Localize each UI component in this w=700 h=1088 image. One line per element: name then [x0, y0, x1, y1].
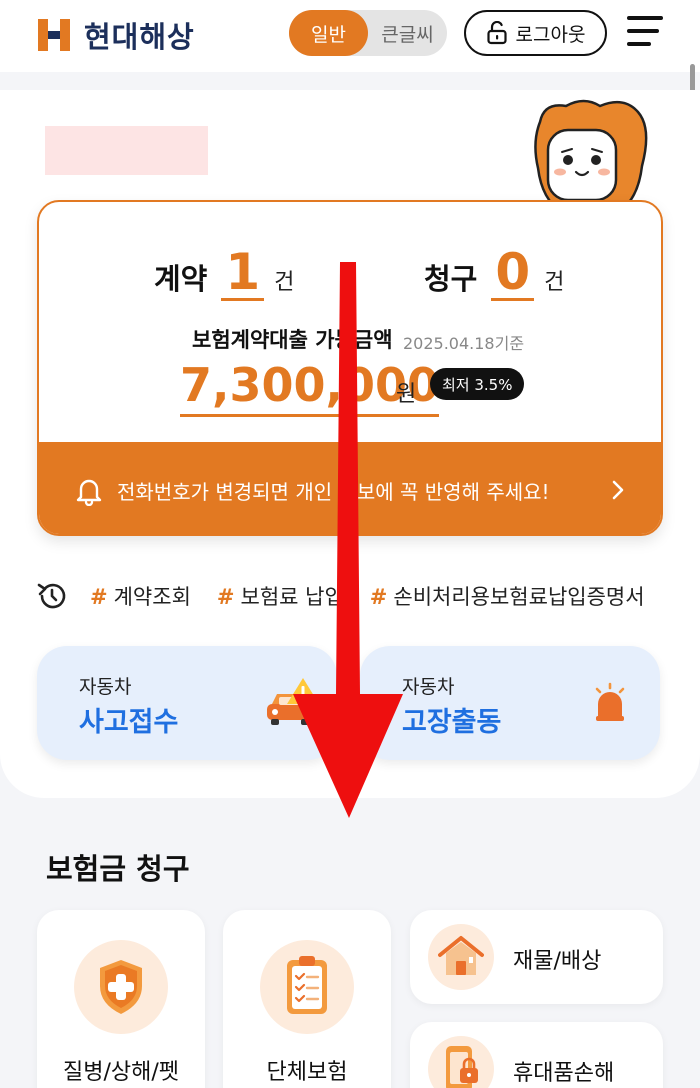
quick-menu-tags: # 계약조회 # 보험료 납입 # 손비처리용보험료납입증명서 [36, 576, 700, 616]
unlock-icon [486, 21, 507, 45]
brand-name: 현대해상 [84, 20, 195, 54]
chevron-right-icon [612, 480, 624, 500]
claim-tile-label: 단체보험 [266, 1060, 348, 1085]
hamburger-menu-icon[interactable] [627, 14, 663, 48]
claim-row-belongings-damage[interactable]: 휴대품손해 [410, 1022, 663, 1088]
claim-count-block[interactable]: 청구 0 건 [424, 246, 564, 301]
car-breakdown-dispatch-card[interactable]: 자동차 고장출동 [360, 646, 660, 760]
contract-count[interactable]: 1 [221, 246, 265, 301]
logout-button[interactable]: 로그아웃 [464, 10, 607, 56]
tag-contract-inquiry[interactable]: # 계약조회 [90, 581, 191, 611]
phone-lock-icon [446, 1046, 478, 1088]
redacted-greeting [45, 126, 208, 175]
notice-text: 전화번호가 변경되면 개인 정보에 꼭 반영해 주세요! [117, 480, 550, 504]
claims-section-title: 보험금 청구 [46, 852, 190, 886]
brand-logo[interactable]: 현대해상 [36, 14, 195, 56]
claim-row-label: 휴대품손해 [513, 1061, 615, 1086]
font-size-large-option[interactable]: 큰글씨 [368, 10, 447, 56]
phone-update-notice[interactable]: 전화번호가 변경되면 개인 정보에 꼭 반영해 주세요! [39, 442, 661, 534]
claim-label: 청구 [424, 262, 478, 296]
car-accident-sub-label: 자동차 [79, 676, 132, 698]
claim-tile-label: 질병/상해/펫 [62, 1060, 180, 1085]
tag-premium-payment[interactable]: # 보험료 납입 [217, 581, 344, 611]
font-size-toggle[interactable]: 일반 큰글씨 [289, 10, 447, 56]
loan-amount-unit: 원 [396, 382, 417, 407]
car-warning-icon [267, 678, 319, 725]
contract-count-unit: 건 [274, 270, 295, 295]
logout-label: 로그아웃 [515, 23, 586, 46]
car-breakdown-main-label: 고장출동 [402, 707, 502, 738]
tag-premium-certificate[interactable]: # 손비처리용보험료납입증명서 [370, 581, 645, 611]
count-row: 계약 1 건 청구 0 건 [39, 246, 661, 306]
car-breakdown-sub-label: 자동차 [402, 676, 455, 698]
car-accident-report-card[interactable]: 자동차 사고접수 [37, 646, 337, 760]
bell-icon [76, 479, 102, 506]
car-accident-main-label: 사고접수 [79, 707, 179, 738]
history-icon[interactable] [36, 580, 68, 612]
siren-icon [595, 682, 625, 721]
brand-h-icon [38, 19, 70, 51]
loan-available-label: 보험계약대출 가능금액 [192, 328, 393, 352]
loan-base-date: 2025.04.18기준 [403, 334, 525, 353]
claim-row-label: 재물/배상 [513, 949, 602, 974]
app-header: 현대해상 일반 큰글씨 로그아웃 [0, 0, 700, 72]
count-divider [350, 262, 352, 290]
medical-shield-icon [100, 960, 142, 1014]
contract-label: 계약 [154, 262, 208, 296]
font-size-normal-option[interactable]: 일반 [289, 10, 368, 56]
claim-count[interactable]: 0 [491, 246, 535, 301]
claim-count-unit: 건 [544, 270, 565, 295]
claim-tile-illness-injury-pet[interactable]: 질병/상해/펫 [37, 910, 205, 1088]
claim-tile-group-insurance[interactable]: 단체보험 [223, 910, 391, 1088]
contract-summary-card: 계약 1 건 청구 0 건 보험계약대출 가능금액 2025.04.18기준 7… [37, 200, 663, 536]
claim-row-property-liability[interactable]: 재물/배상 [410, 910, 663, 1004]
contract-count-block[interactable]: 계약 1 건 [154, 246, 294, 301]
house-icon [438, 936, 484, 975]
loan-rate-badge: 최저 3.5% [430, 368, 525, 400]
clipboard-icon [287, 956, 327, 1014]
